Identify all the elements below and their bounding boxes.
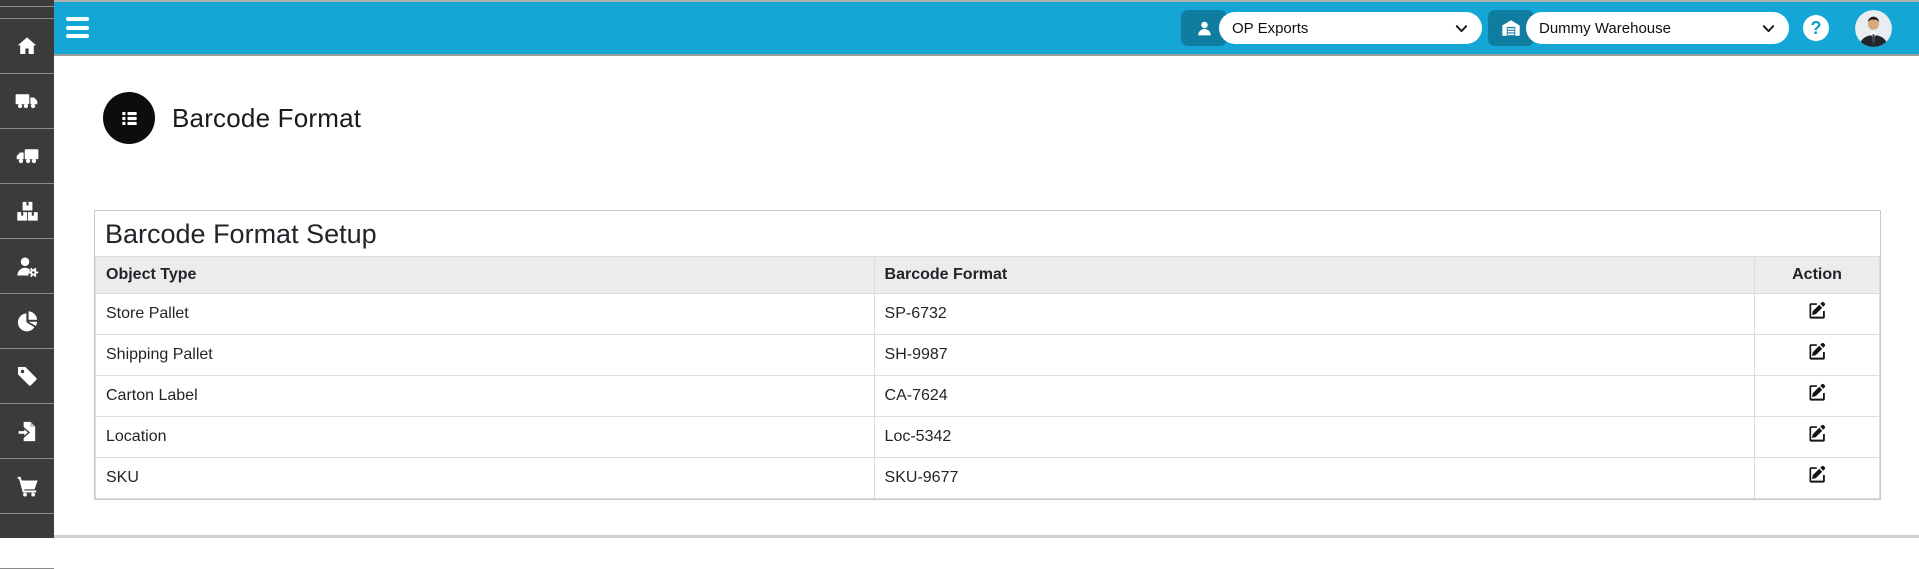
warehouse-select-value: Dummy Warehouse <box>1539 19 1671 37</box>
table-row: Carton Label CA-7624 <box>95 375 1880 417</box>
barcode-format-table: Object Type Barcode Format Action Store … <box>95 256 1880 499</box>
object-type-cell: Location <box>95 416 875 458</box>
edit-button[interactable] <box>1807 382 1827 402</box>
barcode-format-setup-panel: Barcode Format Setup Object Type Barcode… <box>94 210 1881 500</box>
sidebar-item-truck-out[interactable] <box>0 74 54 129</box>
edit-icon <box>1807 465 1827 487</box>
column-header-action: Action <box>1754 256 1880 294</box>
table-row: SKU SKU-9677 <box>95 457 1880 499</box>
table-row: Shipping Pallet SH-9987 <box>95 334 1880 376</box>
help-icon[interactable]: ? <box>1803 15 1829 41</box>
truck-left-icon <box>14 143 40 169</box>
top-navigation-bar: OP Exports Dummy Warehouse ? <box>0 0 1919 56</box>
company-select-group: OP Exports <box>1181 10 1482 46</box>
warehouse-select-group: Dummy Warehouse <box>1488 10 1789 46</box>
barcode-format-cell: SP-6732 <box>873 293 1756 335</box>
sidebar-top-strip <box>0 0 54 7</box>
sidebar-item-user-settings[interactable] <box>0 239 54 294</box>
home-icon <box>15 34 39 58</box>
sidebar-item-partial <box>0 514 54 569</box>
object-type-cell: SKU <box>95 457 875 499</box>
barcode-format-cell: CA-7624 <box>873 375 1756 417</box>
edit-icon <box>1807 342 1827 364</box>
topbar-right-cluster: OP Exports Dummy Warehouse ? <box>1175 2 1892 54</box>
warehouse-select[interactable]: Dummy Warehouse <box>1526 12 1789 44</box>
hamburger-menu-icon[interactable] <box>66 17 89 38</box>
pie-chart-icon <box>15 309 39 333</box>
column-header-object-type: Object Type <box>95 256 875 294</box>
table-row: Store Pallet SP-6732 <box>95 293 1880 335</box>
object-type-cell: Shipping Pallet <box>95 334 875 376</box>
edit-button[interactable] <box>1807 423 1827 443</box>
object-type-cell: Store Pallet <box>95 293 875 335</box>
edit-icon <box>1807 301 1827 323</box>
edit-button[interactable] <box>1807 464 1827 484</box>
edit-icon <box>1807 383 1827 405</box>
user-gear-icon <box>15 254 40 279</box>
page-title-block: Barcode Format <box>103 92 361 144</box>
sidebar-item-truck-in[interactable] <box>0 129 54 184</box>
sidebar-spacer <box>0 7 54 19</box>
company-select-value: OP Exports <box>1232 19 1309 37</box>
edit-icon <box>1807 424 1827 446</box>
edit-button[interactable] <box>1807 341 1827 361</box>
boxes-stacked-icon <box>15 199 40 224</box>
sidebar-item-orders[interactable] <box>0 459 54 514</box>
sidebar-item-home[interactable] <box>0 19 54 74</box>
table-header-row: Object Type Barcode Format Action <box>95 256 1880 294</box>
sidebar-item-import[interactable] <box>0 404 54 459</box>
barcode-format-cell: Loc-5342 <box>873 416 1756 458</box>
truck-right-icon <box>14 88 40 114</box>
company-select[interactable]: OP Exports <box>1219 12 1482 44</box>
page-title: Barcode Format <box>172 102 362 133</box>
sidebar-item-inventory[interactable] <box>0 184 54 239</box>
column-header-barcode-format: Barcode Format <box>873 256 1756 294</box>
avatar[interactable] <box>1855 9 1892 47</box>
chevron-down-icon <box>1761 21 1776 36</box>
list-icon <box>103 92 155 144</box>
tag-icon <box>15 364 39 388</box>
chevron-down-icon <box>1454 21 1469 36</box>
barcode-format-cell: SKU-9677 <box>873 457 1756 499</box>
sidebar-item-reports[interactable] <box>0 294 54 349</box>
sidebar <box>0 0 54 569</box>
table-row: Location Loc-5342 <box>95 416 1880 458</box>
file-import-icon <box>16 420 39 443</box>
panel-title: Barcode Format Setup <box>105 219 377 249</box>
sidebar-item-labels[interactable] <box>0 349 54 404</box>
shopping-cart-icon <box>15 474 40 499</box>
object-type-cell: Carton Label <box>95 375 875 417</box>
barcode-format-cell: SH-9987 <box>873 334 1756 376</box>
edit-button[interactable] <box>1807 300 1827 320</box>
